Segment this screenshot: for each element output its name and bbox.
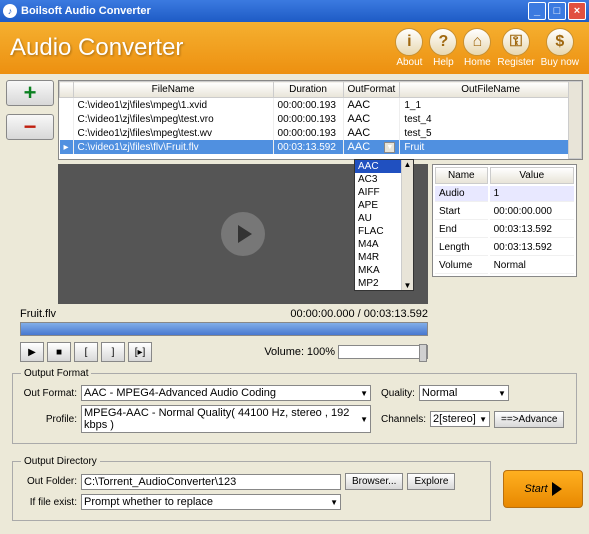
titlebar: ♪ Boilsoft Audio Converter _ □ × (0, 0, 589, 22)
browse-button[interactable]: Browser... (345, 473, 403, 490)
home-icon: ⌂ (463, 28, 491, 56)
add-file-button[interactable]: + (6, 80, 54, 106)
header-home-button[interactable]: ⌂Home (463, 28, 491, 68)
range-button[interactable]: [▸] (128, 342, 152, 362)
buy now-icon: $ (546, 28, 574, 56)
header-help-button[interactable]: ?Help (429, 28, 457, 68)
about-icon: i (395, 28, 423, 56)
property-row[interactable]: Length00:03:13.592 (435, 240, 574, 256)
header-register-button[interactable]: ⚿Register (497, 28, 534, 68)
table-row[interactable]: C:\video1\zj\files\mpeg\1.xvid00:00:00.1… (60, 98, 582, 113)
app-title: Audio Converter (10, 34, 389, 62)
out-folder-input[interactable]: C:\Torrent_AudioConverter\123 (81, 474, 341, 490)
col-header[interactable] (60, 82, 74, 98)
volume-slider[interactable] (338, 345, 428, 359)
quality-label: Quality: (381, 388, 415, 399)
mark-in-button[interactable]: [ (74, 342, 98, 362)
col-header[interactable]: Name (435, 167, 488, 184)
header-buy-now-button[interactable]: $Buy now (541, 28, 579, 68)
help-icon: ? (429, 28, 457, 56)
property-row[interactable]: VolumeNormal (435, 258, 574, 274)
maximize-button[interactable]: □ (548, 2, 566, 20)
property-row[interactable]: Audio1 (435, 186, 574, 202)
col-header[interactable]: OutFormat (343, 82, 400, 98)
out-format-select[interactable]: AAC - MPEG4-Advanced Audio Coding▼ (81, 385, 371, 401)
explore-button[interactable]: Explore (407, 473, 455, 490)
properties-panel: NameValue Audio1 Start00:00:00.000 End00:03… (432, 164, 577, 277)
start-button[interactable]: Start (503, 470, 583, 508)
property-row[interactable]: Start00:00:00.000 (435, 204, 574, 220)
if-exist-label: If file exist: (21, 497, 77, 508)
time-label: 00:00:00.000 / 00:03:13.592 (290, 308, 428, 320)
scrollbar[interactable] (568, 81, 582, 159)
volume-label: Volume: 100% (264, 346, 335, 358)
play-overlay-icon[interactable] (221, 212, 265, 256)
output-directory-group: Output Directory Out Folder: C:\Torrent_… (12, 456, 491, 521)
app-icon: ♪ (3, 4, 17, 18)
col-header[interactable]: OutFileName (400, 82, 582, 98)
table-row[interactable]: ▸C:\video1\zj\files\flv\Fruit.flv00:03:1… (60, 140, 582, 154)
if-exist-select[interactable]: Prompt whether to replace▼ (81, 494, 341, 510)
close-button[interactable]: × (568, 2, 586, 20)
table-row[interactable]: C:\video1\zj\files\mpeg\test.vro00:00:00… (60, 112, 582, 126)
col-header[interactable]: Duration (273, 82, 343, 98)
out-format-label: Out Format: (21, 388, 77, 399)
minimize-button[interactable]: _ (528, 2, 546, 20)
stop-button[interactable]: ■ (47, 342, 71, 362)
header-about-button[interactable]: iAbout (395, 28, 423, 68)
output-format-group: Output Format Out Format: AAC - MPEG4-Ad… (12, 368, 577, 444)
profile-select[interactable]: MPEG4-AAC - Normal Quality( 44100 Hz, st… (81, 405, 371, 433)
out-folder-label: Out Folder: (21, 476, 77, 487)
play-icon (552, 482, 562, 496)
property-row[interactable]: End00:03:13.592 (435, 222, 574, 238)
register-icon: ⚿ (502, 28, 530, 56)
window-title: Boilsoft Audio Converter (21, 5, 526, 17)
advance-button[interactable]: ==>Advance (494, 411, 564, 428)
profile-label: Profile: (21, 414, 77, 425)
col-header[interactable]: FileName (73, 82, 273, 98)
remove-file-button[interactable]: − (6, 114, 54, 140)
channels-select[interactable]: 2[stereo]▼ (430, 411, 490, 427)
timeline-slider[interactable] (20, 322, 428, 336)
header: Audio Converter iAbout?Help⌂Home⚿Registe… (0, 22, 589, 74)
scrollbar[interactable]: ▲▼ (401, 160, 413, 290)
mark-out-button[interactable]: ] (101, 342, 125, 362)
format-dropdown-list[interactable]: AACAC3AIFFAPEAUFLACM4AM4RMKAMP2▲▼ (354, 159, 414, 291)
quality-select[interactable]: Normal▼ (419, 385, 509, 401)
chevron-down-icon[interactable]: ▼ (384, 142, 395, 153)
col-header[interactable]: Value (490, 167, 574, 184)
table-row[interactable]: C:\video1\zj\files\mpeg\test.wv00:00:00.… (60, 126, 582, 140)
play-button[interactable]: ▶ (20, 342, 44, 362)
channels-label: Channels: (381, 414, 426, 425)
file-table[interactable]: FileNameDurationOutFormatOutFileNameC:\v… (58, 80, 583, 160)
current-file-label: Fruit.flv (20, 308, 56, 320)
